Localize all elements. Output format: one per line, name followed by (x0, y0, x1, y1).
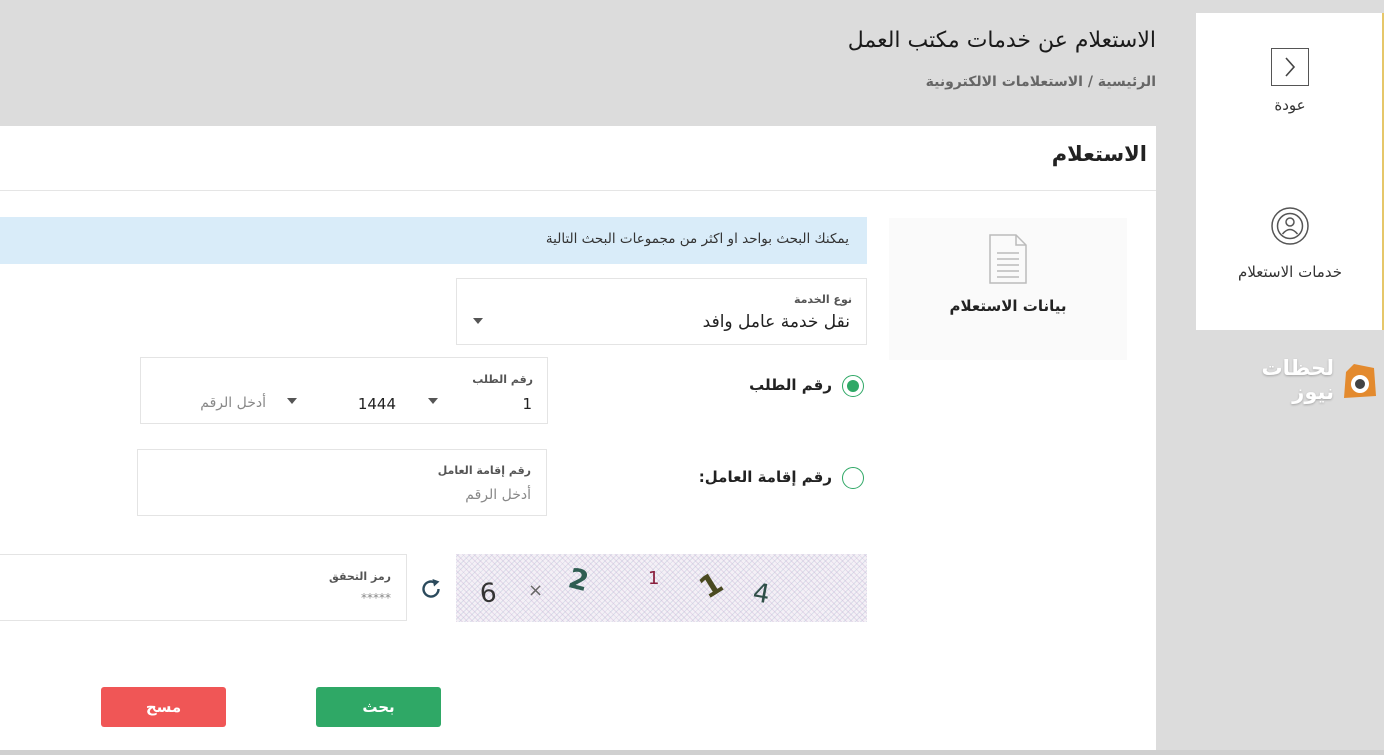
year-chevron-down-icon[interactable] (287, 398, 297, 404)
captcha-image: 6 × 2 1 1 4 (456, 554, 867, 622)
page-title: الاستعلام عن خدمات مكتب العمل (847, 28, 1156, 53)
back-label: عودة (1274, 96, 1306, 114)
breadcrumb[interactable]: الرئيسية / الاستعلامات الالكترونية (926, 74, 1156, 90)
captcha-input[interactable]: ***** (361, 591, 391, 605)
request-number-option-label[interactable]: رقم الطلب (749, 376, 832, 394)
radio-dot (847, 380, 859, 392)
section-label: بيانات الاستعلام (949, 297, 1067, 315)
camera-logo-icon (1340, 360, 1380, 400)
request-prefix-value[interactable]: 1 (522, 395, 532, 413)
radio-selected[interactable] (842, 375, 864, 397)
captcha-char-1: 6 (478, 578, 498, 610)
service-type-label: نوع الخدمة (793, 293, 852, 306)
inquiry-data-tab[interactable]: بيانات الاستعلام (889, 218, 1127, 360)
captcha-char-6: 4 (751, 578, 773, 610)
bottom-strip (0, 750, 1384, 755)
divider (0, 190, 1156, 191)
chevron-right-icon (1271, 48, 1309, 86)
info-banner: يمكنك البحث بواحد او اكثر من مجموعات الب… (0, 217, 867, 264)
watermark-text: لحظات نيوز (1261, 356, 1334, 404)
sidebar: عودة خدمات الاستعلام (1196, 13, 1384, 330)
document-icon (988, 233, 1028, 285)
captcha-field-label: رمز التحقق (329, 570, 391, 583)
search-button[interactable]: بحث (316, 687, 441, 727)
request-number-field-label: رقم الطلب (472, 373, 533, 386)
back-button[interactable]: عودة (1196, 48, 1384, 114)
request-number-input[interactable]: أدخل الرقم (200, 395, 266, 411)
watermark-logo: لحظات نيوز (1220, 356, 1380, 404)
inquiry-services-button[interactable]: خدمات الاستعلام (1196, 206, 1384, 281)
prefix-chevron-down-icon[interactable] (428, 398, 438, 404)
clear-button[interactable]: مسح (101, 687, 226, 727)
services-label: خدمات الاستعلام (1238, 263, 1342, 281)
info-text: يمكنك البحث بواحد او اكثر من مجموعات الب… (545, 231, 849, 247)
radio-unselected[interactable] (842, 467, 864, 489)
section-title: الاستعلام (1051, 142, 1147, 166)
service-type-select[interactable]: نوع الخدمة نقل خدمة عامل وافد (456, 278, 867, 345)
refresh-icon[interactable] (419, 577, 443, 601)
iqama-field-label: رقم إقامة العامل (437, 464, 531, 477)
captcha-field[interactable]: رمز التحقق ***** (0, 554, 407, 621)
request-year-value[interactable]: 1444 (358, 395, 396, 413)
captcha-char-2: × (528, 580, 543, 601)
chevron-down-icon[interactable] (473, 318, 483, 324)
request-number-radio[interactable] (842, 375, 864, 397)
iqama-input[interactable]: أدخل الرقم (465, 487, 531, 503)
main-panel: الاستعلام بيانات الاستعلام يمكنك البحث ب… (0, 126, 1156, 750)
request-number-group: رقم الطلب 1 1444 أدخل الرقم (140, 357, 548, 424)
broadcast-user-icon (1270, 206, 1310, 246)
iqama-number-radio[interactable] (842, 467, 864, 489)
captcha-char-4: 1 (648, 568, 659, 589)
service-type-value: نقل خدمة عامل وافد (702, 312, 850, 332)
iqama-number-field[interactable]: رقم إقامة العامل أدخل الرقم (137, 449, 547, 516)
captcha-char-5: 1 (693, 566, 729, 607)
iqama-option-label[interactable]: رقم إقامة العامل: (699, 468, 832, 486)
captcha-char-3: 2 (565, 561, 592, 598)
